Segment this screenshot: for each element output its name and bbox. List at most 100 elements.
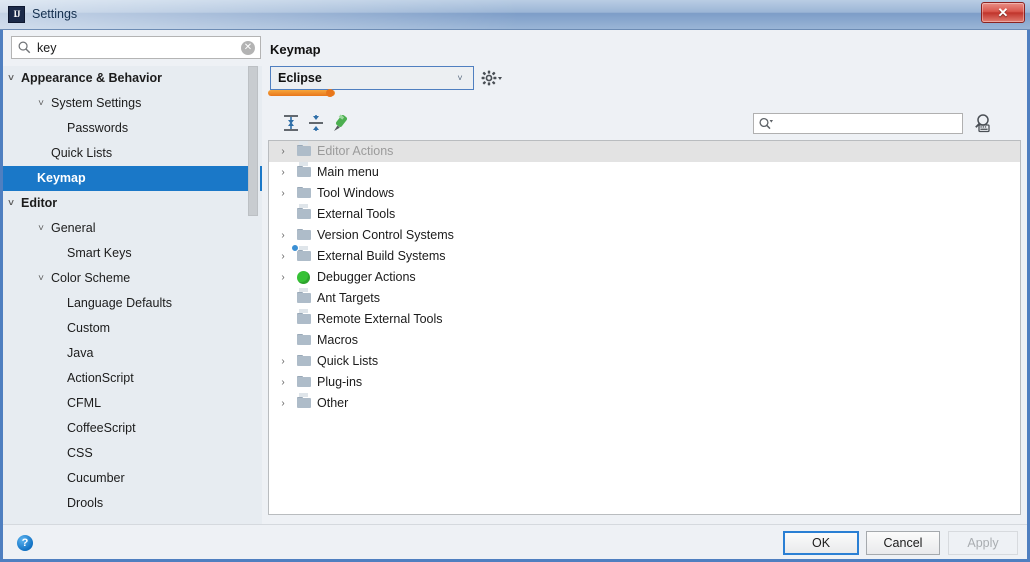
settings-search-box[interactable]: key ✕ bbox=[11, 36, 261, 59]
sidebar-item-label: CoffeeScript bbox=[67, 421, 136, 435]
clear-search-icon[interactable]: ✕ bbox=[241, 41, 255, 55]
sidebar-item-editor[interactable]: ˅ Editor bbox=[3, 191, 262, 216]
edit-shortcut-icon[interactable] bbox=[330, 112, 352, 134]
title-bar: IJ Settings ✕ bbox=[0, 0, 1030, 30]
sidebar-item-label: Smart Keys bbox=[67, 246, 132, 260]
action-group-row[interactable]: › Main menu bbox=[269, 162, 1020, 183]
editor-actions-icon bbox=[297, 141, 311, 158]
chevron-right-icon[interactable]: › bbox=[277, 246, 289, 267]
sidebar-item-label: Passwords bbox=[67, 121, 129, 135]
sidebar-item-cfml[interactable]: CFML bbox=[3, 391, 262, 416]
chevron-down-icon[interactable]: ˅ bbox=[35, 91, 47, 116]
action-group-row[interactable]: › Tool Windows bbox=[269, 183, 1020, 204]
action-group-row[interactable]: Macros bbox=[269, 330, 1020, 351]
sidebar-item-keymap[interactable]: Keymap bbox=[3, 166, 262, 191]
folder-icon bbox=[297, 376, 311, 389]
folder-icon bbox=[297, 334, 311, 347]
gear-icon[interactable] bbox=[480, 68, 502, 88]
apply-button: Apply bbox=[948, 531, 1018, 555]
debugger-bug-icon bbox=[297, 271, 310, 284]
external-build-icon bbox=[291, 244, 311, 263]
ok-button[interactable]: OK bbox=[783, 531, 859, 555]
collapse-all-icon[interactable] bbox=[305, 112, 327, 134]
sidebar-item-system-settings[interactable]: ˅ System Settings bbox=[3, 91, 262, 116]
action-group-label: Macros bbox=[317, 333, 358, 347]
action-group-row[interactable]: › Debugger Actions bbox=[269, 267, 1020, 288]
page-title: Keymap bbox=[270, 42, 321, 57]
chevron-right-icon[interactable]: › bbox=[277, 393, 289, 414]
action-group-label: Tool Windows bbox=[317, 186, 395, 200]
chevron-down-icon[interactable]: ˅ bbox=[35, 266, 47, 291]
action-group-row[interactable]: Ant Targets bbox=[269, 288, 1020, 309]
action-group-row[interactable]: › Editor Actions bbox=[269, 141, 1020, 162]
settings-category-tree[interactable]: ˅ Appearance & Behavior ˅ System Settings Pa… bbox=[3, 66, 262, 524]
main-menu-icon bbox=[297, 162, 311, 179]
sidebar-item-actionscript[interactable]: ActionScript bbox=[3, 366, 262, 391]
sidebar-item-smart-keys[interactable]: Smart Keys bbox=[3, 241, 262, 266]
folder-icon bbox=[297, 187, 311, 200]
action-group-row[interactable]: › Other bbox=[269, 393, 1020, 414]
sidebar-item-label: CFML bbox=[67, 396, 102, 410]
sidebar-item-language-defaults[interactable]: Language Defaults bbox=[3, 291, 262, 316]
chevron-right-icon[interactable]: › bbox=[277, 372, 289, 393]
close-button[interactable]: ✕ bbox=[981, 2, 1025, 23]
find-by-shortcut-icon[interactable] bbox=[971, 112, 993, 134]
keymap-select[interactable]: Eclipse ˅ bbox=[270, 66, 474, 90]
keymap-panel: Keymap Eclipse ˅ › Editor Actions › Main… bbox=[266, 30, 1027, 524]
sidebar-item-appearance-behavior[interactable]: ˅ Appearance & Behavior bbox=[3, 66, 262, 91]
sidebar-item-general[interactable]: ˅ General bbox=[3, 216, 262, 241]
chevron-right-icon[interactable]: › bbox=[277, 141, 289, 162]
sidebar-item-label: Cucumber bbox=[67, 471, 125, 485]
action-group-label: External Build Systems bbox=[317, 249, 446, 263]
chevron-right-icon[interactable]: › bbox=[277, 351, 289, 372]
window-title: Settings bbox=[32, 7, 78, 21]
dialog-footer: ? OK Cancel Apply bbox=[3, 524, 1027, 559]
cancel-button[interactable]: Cancel bbox=[866, 531, 940, 555]
close-icon: ✕ bbox=[997, 5, 1009, 20]
action-group-row[interactable]: › Plug-ins bbox=[269, 372, 1020, 393]
chevron-right-icon[interactable]: › bbox=[277, 162, 289, 183]
sidebar-scrollbar-thumb[interactable] bbox=[248, 66, 258, 216]
action-group-row[interactable]: › External Build Systems bbox=[269, 244, 1020, 267]
sidebar-item-label: Color Scheme bbox=[51, 271, 131, 285]
sidebar-scrollbar-track[interactable] bbox=[248, 66, 260, 524]
window-body: key ✕ ˅ Appearance & Behavior ˅ System Sett… bbox=[0, 30, 1030, 562]
chevron-right-icon[interactable]: › bbox=[277, 267, 289, 288]
settings-search-value: key bbox=[37, 41, 57, 55]
action-group-row[interactable]: Remote External Tools bbox=[269, 309, 1020, 330]
intellij-idea-icon: IJ bbox=[8, 6, 25, 23]
action-group-row[interactable]: External Tools bbox=[269, 204, 1020, 225]
sidebar-item-java[interactable]: Java bbox=[3, 341, 262, 366]
sidebar-item-drools[interactable]: Drools bbox=[3, 491, 262, 516]
action-group-row[interactable]: › Quick Lists bbox=[269, 351, 1020, 372]
content-area: key ✕ ˅ Appearance & Behavior ˅ System Sett… bbox=[3, 30, 1027, 524]
sidebar-item-label: Keymap bbox=[37, 171, 86, 185]
action-group-label: Other bbox=[317, 396, 349, 410]
chevron-down-icon[interactable]: ˅ bbox=[5, 191, 17, 216]
help-icon[interactable]: ? bbox=[17, 535, 33, 551]
expand-all-icon[interactable] bbox=[280, 112, 302, 134]
sidebar-item-label: Drools bbox=[67, 496, 104, 510]
chevron-right-icon[interactable]: › bbox=[277, 225, 289, 246]
sidebar-item-passwords[interactable]: Passwords bbox=[3, 116, 262, 141]
chevron-down-icon[interactable]: ˅ bbox=[35, 216, 47, 241]
sidebar-item-cucumber[interactable]: Cucumber bbox=[3, 466, 262, 491]
sidebar-item-label: CSS bbox=[67, 446, 93, 460]
chevron-right-icon[interactable]: › bbox=[277, 183, 289, 204]
action-group-label: External Tools bbox=[317, 207, 396, 221]
sidebar-item-css[interactable]: CSS bbox=[3, 441, 262, 466]
sidebar-item-label: Appearance & Behavior bbox=[21, 71, 163, 85]
keymap-actions-tree[interactable]: › Editor Actions › Main menu › Tool Windows Ex… bbox=[268, 140, 1021, 515]
external-tools-icon bbox=[297, 204, 311, 221]
sidebar-item-label: Java bbox=[67, 346, 94, 360]
folder-icon bbox=[297, 355, 311, 368]
chevron-down-icon[interactable]: ˅ bbox=[5, 66, 17, 91]
sidebar-item-coffeescript[interactable]: CoffeeScript bbox=[3, 416, 262, 441]
action-group-row[interactable]: › Version Control Systems bbox=[269, 225, 1020, 246]
sidebar-item-custom[interactable]: Custom bbox=[3, 316, 262, 341]
sidebar-item-label: Quick Lists bbox=[51, 146, 113, 160]
sidebar-item-quick-lists[interactable]: Quick Lists bbox=[3, 141, 262, 166]
find-shortcut-input[interactable] bbox=[753, 113, 963, 134]
sidebar-item-color-scheme[interactable]: ˅ Color Scheme bbox=[3, 266, 262, 291]
sidebar-item-label: Language Defaults bbox=[67, 296, 172, 310]
